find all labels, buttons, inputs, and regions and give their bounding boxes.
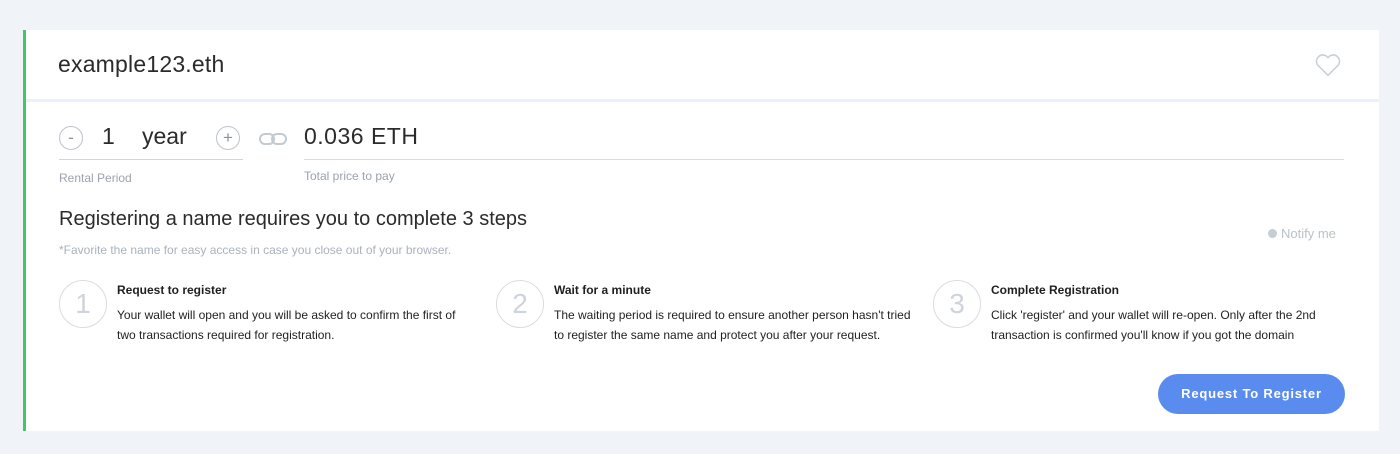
card-header: example123.eth [26,30,1379,102]
step-description: Click 'register' and your wallet will re… [991,308,1316,342]
price-display: 0.036 ETH [304,123,1344,160]
step-title: Complete Registration [991,283,1120,297]
step-number: 2 [496,280,544,328]
years-value: 1 [102,123,115,149]
step-description: The waiting period is required to ensure… [554,308,911,342]
bell-icon [1268,229,1277,238]
request-to-register-button[interactable]: Request To Register [1158,374,1345,414]
pricing-row: - 1 year + Rental Period 0.036 ETH Total… [59,123,1347,193]
step-number: 3 [933,280,981,328]
heart-icon[interactable] [1315,53,1341,77]
rental-period-label: Rental Period [59,171,132,185]
registration-card: example123.eth - 1 year + Rental Period … [23,30,1379,431]
notify-me-label: Notify me [1281,226,1336,241]
total-price-label: Total price to pay [304,169,395,183]
decrease-years-button[interactable]: - [59,126,83,150]
step-title: Request to register [117,283,227,297]
years-unit: year [142,123,187,149]
notify-me-link[interactable]: Notify me [1268,226,1336,241]
total-price: 0.036 ETH [304,123,419,149]
link-icon [259,133,287,145]
rental-period-selector: - 1 year + [59,123,243,160]
increase-years-button[interactable]: + [216,126,240,150]
step-description: Your wallet will open and you will be as… [117,308,456,342]
steps-heading: Registering a name requires you to compl… [59,208,528,230]
step-number: 1 [59,280,107,328]
step-title: Wait for a minute [554,283,651,297]
favorite-note: *Favorite the name for easy access in ca… [59,243,452,257]
domain-name: example123.eth [58,51,225,77]
